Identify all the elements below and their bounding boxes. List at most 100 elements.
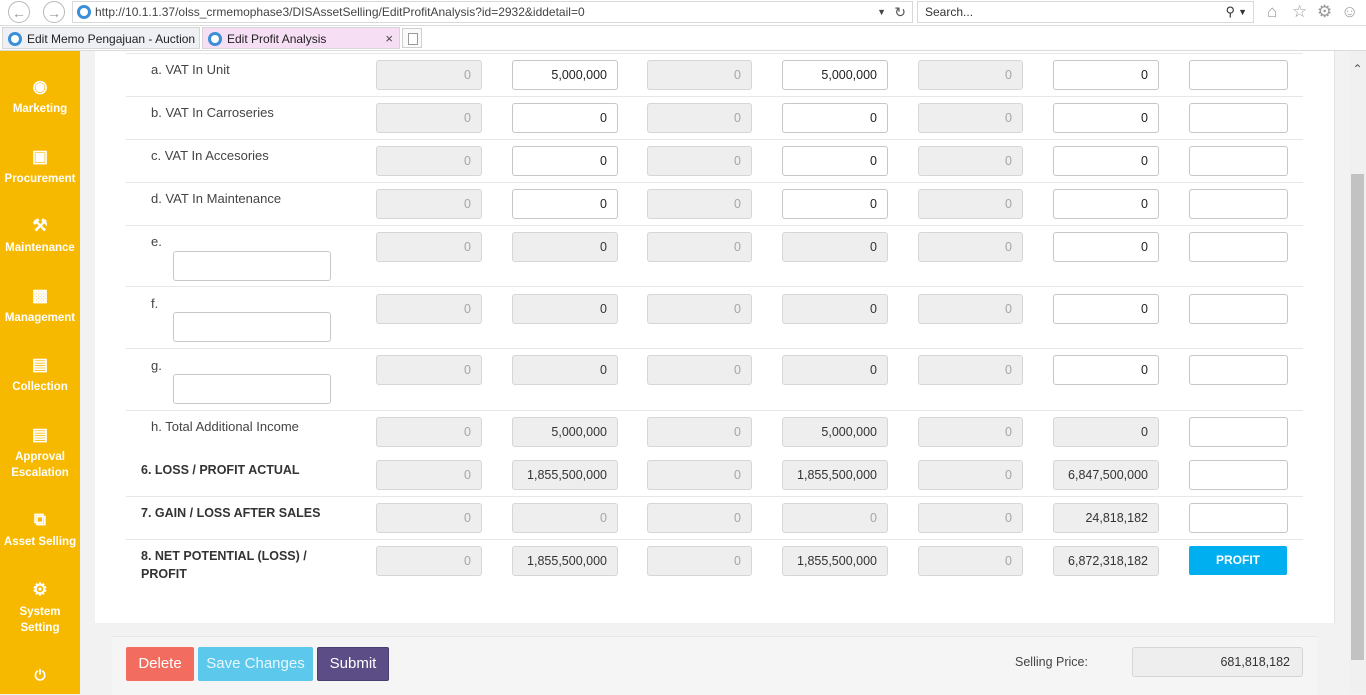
tab-label: Edit Profit Analysis: [227, 32, 327, 46]
profit-status-badge: PROFIT: [1189, 546, 1287, 575]
table-cell-input[interactable]: 0: [1053, 103, 1159, 133]
power-icon[interactable]: ⏻: [0, 667, 80, 683]
table-cell: 5,000,000: [512, 417, 618, 447]
table-cell: 1,855,500,000: [512, 546, 618, 576]
table-cell-input[interactable]: [1189, 232, 1288, 262]
table-cell: 0: [647, 232, 752, 262]
table-cell: 0: [647, 294, 752, 324]
table-cell: 0: [918, 503, 1023, 533]
row-divider: [126, 96, 1303, 97]
table-cell-input[interactable]: 0: [512, 146, 618, 176]
tab-bar: Edit Memo Pengajuan - Auction Edit Profi…: [0, 26, 1366, 51]
table-cell: 0: [512, 232, 618, 262]
row-label-line: 8. NET POTENTIAL (LOSS) /: [141, 549, 307, 563]
custom-label-input[interactable]: [173, 312, 331, 342]
row-label-vat-accesories: c. VAT In Accesories: [151, 148, 269, 163]
table-cell: 1,855,500,000: [782, 546, 888, 576]
chevron-up-icon[interactable]: ⌃: [1349, 62, 1366, 78]
tab-label: Edit Memo Pengajuan - Auction: [27, 32, 196, 46]
table-cell-input[interactable]: [1189, 294, 1288, 324]
delete-button[interactable]: Delete: [126, 647, 194, 681]
url-text: http://10.1.1.37/olss_crmemophase3/DISAs…: [95, 5, 585, 19]
tab-edit-profit-analysis[interactable]: Edit Profit Analysis ×: [202, 27, 400, 49]
row-divider: [126, 139, 1303, 140]
new-tab-button[interactable]: [402, 28, 422, 48]
forward-button[interactable]: →: [43, 1, 65, 23]
chevron-down-icon[interactable]: ▼: [1238, 2, 1247, 22]
table-cell-input[interactable]: [1189, 60, 1288, 90]
back-button[interactable]: ←: [8, 1, 30, 23]
table-cell-input[interactable]: 0: [512, 189, 618, 219]
table-cell: 0: [647, 417, 752, 447]
sidebar-item-label: Collection: [12, 381, 68, 393]
row-label-g: g.: [151, 358, 162, 373]
table-cell-input[interactable]: 0: [782, 146, 888, 176]
sidebar-item-management[interactable]: ▩ Management: [0, 286, 80, 326]
table-cell: 0: [647, 103, 752, 133]
smiley-icon[interactable]: ☺: [1341, 2, 1358, 22]
sidebar-item-system-setting[interactable]: ⚙ System Setting: [0, 580, 80, 636]
table-cell: 0: [647, 460, 752, 490]
table-cell-input[interactable]: [1189, 417, 1288, 447]
row-label-loss-profit-actual: 6. LOSS / PROFIT ACTUAL: [141, 463, 300, 477]
sidebar-item-label: Management: [4, 312, 76, 324]
row-divider: [126, 496, 1303, 497]
table-cell-input[interactable]: 0: [782, 189, 888, 219]
row-divider: [126, 225, 1303, 226]
table-cell-input[interactable]: 0: [1053, 232, 1159, 262]
table-cell-input[interactable]: 0: [1053, 294, 1159, 324]
custom-label-input[interactable]: [173, 374, 331, 404]
wrench-icon: ⚒: [32, 216, 48, 235]
table-cell-input[interactable]: 0: [1053, 355, 1159, 385]
address-bar[interactable]: http://10.1.1.37/olss_crmemophase3/DISAs…: [72, 1, 913, 23]
table-cell: 0: [782, 232, 888, 262]
table-cell-input[interactable]: 0: [782, 103, 888, 133]
table-cell-input[interactable]: 0: [512, 103, 618, 133]
gear-icon[interactable]: ⚙: [1317, 2, 1332, 22]
table-cell: 0: [647, 355, 752, 385]
table-cell: 0: [376, 294, 482, 324]
chevron-down-icon[interactable]: ▼: [877, 2, 886, 22]
table-cell: 0: [376, 146, 482, 176]
table-cell-input[interactable]: 0: [1053, 60, 1159, 90]
table-cell-input[interactable]: 0: [1053, 146, 1159, 176]
table-cell: 0: [782, 355, 888, 385]
sidebar-item-marketing[interactable]: ◉ Marketing: [0, 77, 80, 117]
table-cell: 0: [647, 546, 752, 576]
table-cell: 0: [376, 460, 482, 490]
table-cell-input[interactable]: [1189, 103, 1288, 133]
table-cell: 0: [918, 460, 1023, 490]
table-cell-input[interactable]: [1189, 355, 1288, 385]
sidebar-item-procurement[interactable]: ▣ Procurement: [0, 147, 80, 187]
table-cell-input[interactable]: [1189, 189, 1288, 219]
table-cell-input[interactable]: 5,000,000: [782, 60, 888, 90]
sidebar-item-maintenance[interactable]: ⚒ Maintenance: [0, 216, 80, 256]
table-cell: 0: [647, 60, 752, 90]
refresh-icon[interactable]: ↻: [894, 2, 906, 22]
browser-toolbar: ← → http://10.1.1.37/olss_crmemophase3/D…: [0, 0, 1366, 26]
cart-icon: ▣: [31, 147, 49, 166]
truck-icon: ▩: [31, 286, 49, 305]
row-label-vat-unit: a. VAT In Unit: [151, 62, 230, 77]
sidebar-item-approval-escalation[interactable]: ▤ Approval Escalation: [0, 425, 80, 481]
search-icon[interactable]: ⚲: [1225, 2, 1235, 22]
scrollbar-thumb[interactable]: [1351, 174, 1364, 660]
tab-edit-memo[interactable]: Edit Memo Pengajuan - Auction: [2, 27, 200, 49]
custom-label-input[interactable]: [173, 251, 331, 281]
table-cell-input[interactable]: 0: [1053, 189, 1159, 219]
save-changes-button[interactable]: Save Changes: [198, 647, 313, 681]
table-cell-input[interactable]: 5,000,000: [512, 60, 618, 90]
table-cell-input[interactable]: [1189, 503, 1288, 533]
table-cell: 0: [918, 103, 1023, 133]
profit-analysis-panel: a. VAT In Unit 0 5,000,000 0 5,000,000 0…: [95, 51, 1335, 623]
table-cell-input[interactable]: [1189, 146, 1288, 176]
search-input[interactable]: Search... ⚲ ▼: [917, 1, 1254, 23]
favorites-star-icon[interactable]: ☆: [1292, 2, 1307, 22]
close-icon[interactable]: ×: [385, 28, 393, 50]
sidebar-item-asset-selling[interactable]: ⧉ Asset Selling: [0, 510, 80, 550]
table-cell-input[interactable]: [1189, 460, 1288, 490]
home-icon[interactable]: ⌂: [1267, 2, 1277, 22]
sidebar-item-collection[interactable]: ▤ Collection: [0, 355, 80, 395]
submit-button[interactable]: Submit: [317, 647, 389, 681]
table-cell: 0: [376, 189, 482, 219]
